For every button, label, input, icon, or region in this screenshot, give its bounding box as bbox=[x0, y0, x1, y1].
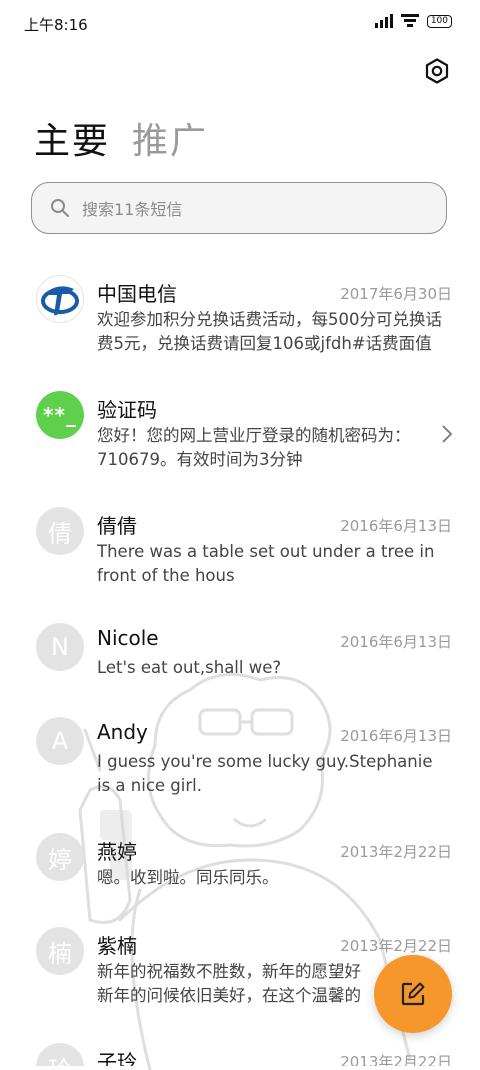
tab-promotions[interactable]: 推广 bbox=[132, 112, 208, 164]
avatar: 楠 bbox=[36, 927, 84, 975]
message-date: 2013年2月22日 bbox=[340, 843, 452, 861]
chevron-right-icon[interactable] bbox=[440, 424, 454, 444]
contact-name: 倩倩 bbox=[97, 514, 137, 538]
compose-button[interactable] bbox=[374, 955, 452, 1033]
message-date: 2017年6月30日 bbox=[340, 285, 452, 303]
compose-icon bbox=[401, 982, 425, 1006]
avatar: 倩 bbox=[36, 507, 84, 555]
list-item[interactable]: **_ 验证码 您好！您的网上营业厅登录的随机密码为：710679。有效时间为3… bbox=[0, 386, 480, 496]
list-item[interactable]: N Nicole 2016年6月13日 Let's eat out,shall … bbox=[0, 618, 480, 708]
battery-icon: 100 bbox=[426, 14, 452, 28]
message-preview: I guess you're some lucky guy.Stephanie … bbox=[97, 752, 433, 795]
message-preview: Let's eat out,shall we? bbox=[97, 658, 282, 677]
avatar: A bbox=[36, 717, 84, 765]
message-date: 2016年6月13日 bbox=[340, 727, 452, 745]
message-preview: 嗯。收到啦。同乐同乐。 bbox=[97, 868, 279, 887]
contact-name: Nicole bbox=[97, 626, 159, 650]
avatar: **_ bbox=[36, 391, 84, 439]
search-icon bbox=[51, 199, 69, 217]
settings-hexagon-icon[interactable] bbox=[424, 58, 450, 84]
contact-name: 燕婷 bbox=[97, 840, 137, 864]
message-preview: There was a table set out under a tree i… bbox=[97, 542, 435, 585]
list-item[interactable]: 玲 子玲 2013年2月22日 bbox=[0, 1038, 480, 1066]
telecom-logo-avatar bbox=[36, 275, 84, 323]
avatar: N bbox=[36, 623, 84, 671]
telecom-logo-icon bbox=[41, 286, 79, 316]
contact-name: 子玲 bbox=[97, 1050, 137, 1066]
wifi-icon bbox=[400, 14, 419, 27]
status-bar: 上午8:16 100 bbox=[0, 0, 480, 44]
list-item[interactable]: 中国电信 2017年6月30日 欢迎参加积分兑换话费活动，每500分可兑换话费5… bbox=[0, 270, 480, 380]
contact-name: 中国电信 bbox=[97, 282, 177, 306]
contact-name: Andy bbox=[97, 720, 148, 744]
message-preview: 欢迎参加积分兑换话费活动，每500分可兑换话费5元，兑换话费请回复106或jfd… bbox=[97, 310, 442, 353]
message-date: 2016年6月13日 bbox=[340, 633, 452, 651]
tab-primary[interactable]: 主要 bbox=[34, 112, 110, 164]
message-date: 2013年2月22日 bbox=[340, 1053, 452, 1066]
status-time: 上午8:16 bbox=[24, 16, 88, 34]
avatar: 婷 bbox=[36, 833, 84, 881]
list-item[interactable]: 婷 燕婷 2013年2月22日 嗯。收到啦。同乐同乐。 bbox=[0, 828, 480, 918]
avatar: 玲 bbox=[36, 1043, 84, 1066]
search-bar[interactable]: 搜索11条短信 bbox=[31, 182, 447, 234]
search-placeholder: 搜索11条短信 bbox=[82, 200, 183, 219]
list-item[interactable]: 倩 倩倩 2016年6月13日 There was a table set ou… bbox=[0, 502, 480, 612]
message-date: 2016年6月13日 bbox=[340, 517, 452, 535]
message-preview: 您好！您的网上营业厅登录的随机密码为：710679。有效时间为3分钟 bbox=[97, 426, 411, 469]
contact-name: 紫楠 bbox=[97, 934, 137, 958]
list-item[interactable]: A Andy 2016年6月13日 I guess you're some lu… bbox=[0, 712, 480, 822]
contact-name: 验证码 bbox=[97, 398, 157, 422]
message-date: 2013年2月22日 bbox=[340, 937, 452, 955]
status-icons: 100 bbox=[374, 14, 452, 28]
tab-bar: 主要 推广 bbox=[34, 112, 208, 164]
signal-icon bbox=[374, 14, 393, 28]
